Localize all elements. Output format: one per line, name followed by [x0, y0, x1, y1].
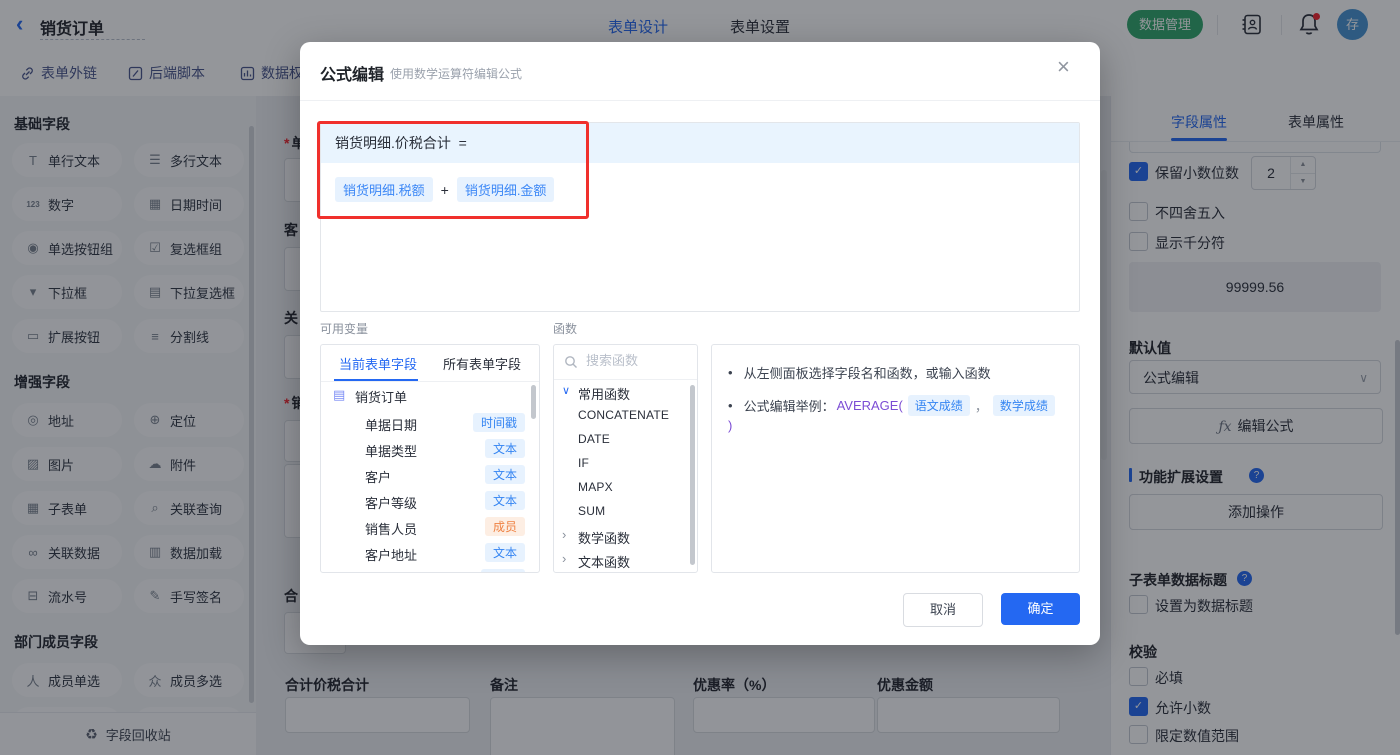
- close-icon[interactable]: ×: [1057, 56, 1070, 78]
- function-item[interactable]: SUM: [554, 500, 697, 524]
- variables-label: 可用变量: [320, 322, 369, 336]
- variables-panel: 当前表单字段 所有表单字段 ▤ 销货订单 单据日期 时间戳 单据类型 文本 客户…: [320, 344, 540, 573]
- type-badge: 文本: [484, 439, 525, 458]
- function-item[interactable]: CONCATENATE: [554, 404, 697, 428]
- tab-all-form-fields[interactable]: 所有表单字段: [443, 354, 521, 373]
- function-search[interactable]: [554, 345, 697, 380]
- modal-subtitle: 使用数学运算符编辑公式: [390, 67, 523, 81]
- modal-header-divider: [300, 100, 1100, 101]
- variable-tree-root[interactable]: ▤ 销货订单: [321, 382, 539, 410]
- example-field-chip: 数学成绩: [992, 395, 1055, 416]
- variable-row[interactable]: 客户 文本: [321, 462, 539, 488]
- app-screen: ‹ 销货订单 表单设计 表单设置 数据管理 存 表单外链 后端脚本 数据权 预览: [0, 0, 1400, 755]
- tip-line-2: • 公式编辑举例： AVERAGE( 语文成绩 ， 数学成绩 ): [728, 395, 1063, 433]
- type-badge: 文本: [484, 491, 525, 510]
- chevron-right-icon: ›: [562, 527, 567, 542]
- chevron-down-icon: ∨: [562, 385, 571, 397]
- function-item[interactable]: DATE: [554, 428, 697, 452]
- example-field-chip: 语文成绩: [907, 395, 970, 416]
- variable-row-partial[interactable]: [321, 566, 539, 572]
- modal-title: 公式编辑: [320, 67, 385, 84]
- type-badge: 成员: [484, 517, 525, 536]
- functions-label: 函数: [553, 322, 578, 336]
- function-search-input[interactable]: [584, 352, 688, 369]
- function-name-example: AVERAGE(: [836, 398, 903, 413]
- search-icon: [565, 356, 577, 368]
- variable-row[interactable]: 客户地址 文本: [321, 540, 539, 566]
- variable-row[interactable]: 单据日期 时间戳: [321, 410, 539, 436]
- variable-row[interactable]: 单据类型 文本: [321, 436, 539, 462]
- type-badge: 时间戳: [472, 413, 525, 432]
- function-group-math[interactable]: › 数学函数: [554, 524, 697, 548]
- formula-edit-modal: 公式编辑 使用数学运算符编辑公式 × 销货明细.价税合计 = 销货明细.税额 +…: [300, 42, 1100, 645]
- form-file-icon: ▤: [333, 387, 346, 402]
- function-item[interactable]: MAPX: [554, 476, 697, 500]
- variable-row[interactable]: 销售人员 成员: [321, 514, 539, 540]
- variable-row[interactable]: 客户等级 文本: [321, 488, 539, 514]
- functions-panel: ∨ 常用函数 CONCATENATE DATE IF MAPX SUM › 数学…: [553, 344, 698, 573]
- tips-panel: • 从左侧面板选择字段名和函数，或输入函数 • 公式编辑举例： AVERAGE(…: [711, 344, 1080, 573]
- function-group-common[interactable]: ∨ 常用函数: [554, 380, 697, 404]
- confirm-button[interactable]: 确定: [1001, 593, 1080, 625]
- function-item[interactable]: IF: [554, 452, 697, 476]
- functions-scrollbar[interactable]: [690, 385, 695, 565]
- annotation-highlight-box: [317, 121, 589, 219]
- variables-tab-underline: [334, 379, 418, 381]
- tab-current-form-fields[interactable]: 当前表单字段: [339, 354, 417, 373]
- chevron-right-icon: ›: [562, 551, 567, 566]
- variables-scrollbar[interactable]: [531, 385, 536, 419]
- type-badge: [481, 569, 525, 572]
- tip-line-1: • 从左侧面板选择字段名和函数，或输入函数: [728, 365, 991, 381]
- cancel-button[interactable]: 取消: [903, 593, 983, 627]
- function-group-text[interactable]: › 文本函数: [554, 548, 697, 572]
- type-badge: 文本: [484, 543, 525, 562]
- type-badge: 文本: [484, 465, 525, 484]
